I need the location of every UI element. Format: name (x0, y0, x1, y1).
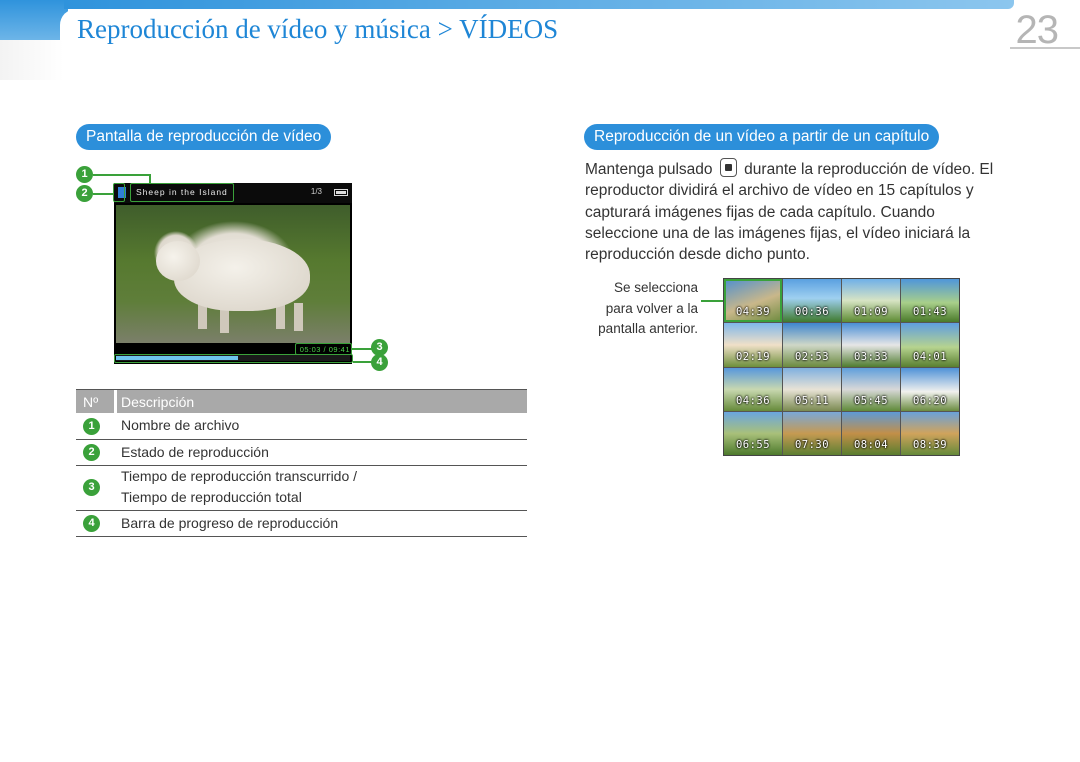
chapter-thumbnail[interactable]: 05:45 (842, 367, 900, 411)
callout-1: 1 (76, 166, 93, 183)
row-description: Nombre de archivo (121, 417, 240, 433)
callout-1-line (93, 174, 150, 176)
chapter-thumbnail[interactable]: 05:11 (783, 367, 841, 411)
chapter-time: 06:20 (912, 394, 948, 407)
row-number: 3 (83, 479, 100, 496)
row-description: Barra de progreso de reproducción (121, 515, 339, 531)
callout-4-line (353, 361, 372, 363)
section-pill-video-screen: Pantalla de reproducción de vídeo (76, 124, 332, 150)
instructions-text-1: Mantenga pulsado (585, 161, 713, 178)
callout-4: 4 (371, 354, 388, 371)
row-number: 1 (83, 418, 100, 435)
selection-note: Se selecciona para volver a la pantalla … (568, 278, 698, 340)
header-num: Nº (83, 394, 99, 410)
row-description-line1: Tiempo de reproducción transcurrido / (121, 468, 358, 484)
row-description-line2: Tiempo de reproducción total (121, 489, 302, 505)
chapter-thumbnail[interactable]: 08:39 (901, 411, 959, 455)
header-tab-decoration (0, 0, 90, 40)
chapter-thumbnail[interactable]: 02:53 (783, 323, 841, 367)
description-table: Nº Descripción 1 Nombre de archivo 2 Est… (76, 389, 527, 537)
chapter-time: 01:43 (912, 306, 948, 319)
note-line: para volver a la (605, 300, 698, 316)
chapter-time: 04:01 (912, 350, 948, 363)
video-frame (116, 205, 350, 343)
chapter-time: 08:39 (912, 439, 948, 451)
highlight-file-name (130, 183, 234, 202)
chapter-time: 08:04 (853, 439, 889, 451)
highlight-play-status (113, 183, 125, 202)
chapter-thumbnail[interactable]: 08:04 (842, 411, 900, 455)
header-separator (114, 390, 117, 414)
chapter-thumbnail[interactable]: 01:43 (901, 279, 959, 323)
chapter-thumbnail[interactable]: 04:36 (724, 367, 782, 411)
left-shade-decoration (0, 40, 64, 80)
chapter-thumbnail[interactable]: 00:36 (783, 279, 841, 323)
chapter-time: 07:30 (794, 439, 830, 451)
chapter-time: 06:55 (735, 439, 771, 451)
chapter-thumbnail[interactable]: 03:33 (842, 323, 900, 367)
callout-2: 2 (76, 185, 93, 202)
row-description: Estado de reproducción (121, 444, 269, 460)
note-line: Se selecciona (613, 280, 698, 295)
chapter-thumbnail[interactable]: 04:39 (724, 279, 782, 323)
video-screen: Sheep in the Island 1/3 05:03 / 09:41 (114, 183, 352, 364)
page-number-rule (1010, 47, 1080, 49)
chapter-time: 04:39 (735, 306, 771, 319)
chapter-time: 05:11 (794, 394, 830, 407)
note-line: pantalla anterior. (598, 321, 698, 336)
chapter-thumbnail[interactable]: 06:20 (901, 367, 959, 411)
battery-icon (334, 189, 348, 196)
sheep-leg (294, 303, 303, 331)
chapter-thumbnail[interactable]: 01:09 (842, 279, 900, 323)
page-title: Reproducción de vídeo y música > VÍDEOS (77, 14, 559, 44)
chapter-time: 01:09 (853, 306, 889, 319)
chapter-time: 05:45 (853, 394, 889, 407)
header-bar (64, 0, 1014, 9)
chapter-instructions: Mantenga pulsado durante la reproducción… (585, 158, 995, 265)
chapter-thumbnail[interactable]: 02:19 (724, 323, 782, 367)
chapter-time: 00:36 (794, 306, 830, 319)
chapter-thumbnail[interactable]: 07:30 (783, 411, 841, 455)
row-number: 2 (83, 444, 100, 461)
header-desc: Descripción (121, 394, 195, 410)
row-number: 4 (83, 515, 100, 532)
section-pill-chapter: Reproducción de un vídeo a partir de un … (584, 124, 940, 150)
chapter-time: 04:36 (735, 394, 771, 407)
table-row: 4 Barra de progreso de reproducción (76, 511, 527, 537)
file-count: 1/3 (310, 187, 322, 196)
chapter-thumbnail[interactable]: 04:01 (901, 323, 959, 367)
table-row: 2 Estado de reproducción (76, 440, 527, 466)
callout-3-line (352, 348, 372, 350)
sheep-head (156, 241, 200, 281)
chapter-time: 03:33 (853, 350, 889, 363)
chapter-thumbnail-grid: 04:39 00:36 01:09 01:43 02:19 02:53 03:33 04:01… (723, 278, 960, 456)
chapter-thumbnail[interactable]: 06:55 (724, 411, 782, 455)
table-row: 3 Tiempo de reproducción transcurrido / … (76, 466, 527, 511)
stop-button-icon (719, 158, 737, 177)
chapter-time: 02:53 (794, 350, 830, 363)
callout-2-line (93, 193, 113, 195)
chapter-time: 02:19 (735, 350, 771, 363)
table-row: 1 Nombre de archivo (76, 413, 527, 440)
table-header: Nº Descripción (76, 389, 527, 414)
note-pointer-line (701, 300, 724, 302)
highlight-progress (114, 354, 353, 363)
